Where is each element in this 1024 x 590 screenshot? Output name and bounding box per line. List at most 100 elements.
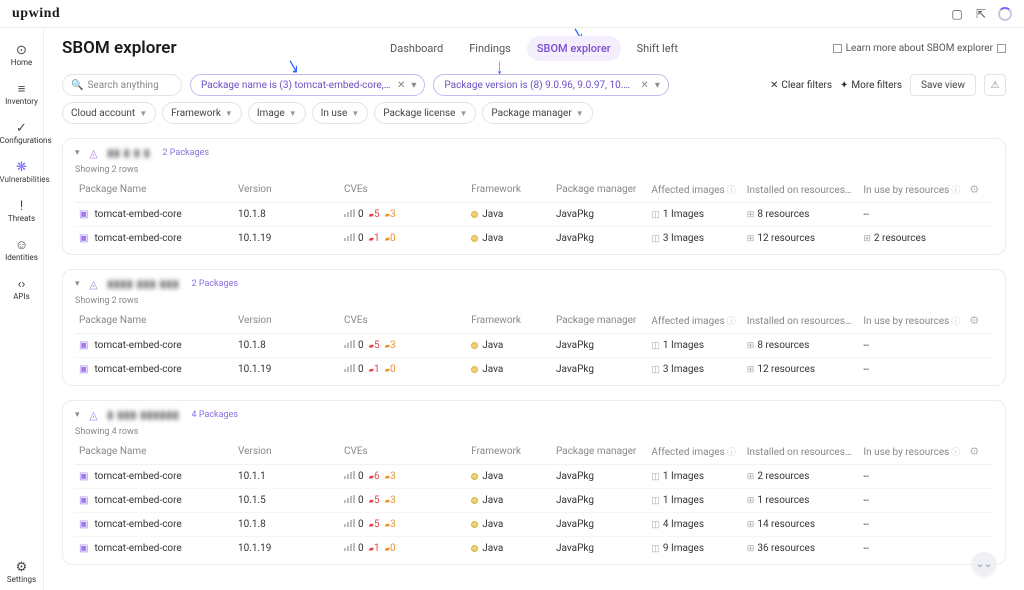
- table-row[interactable]: ▣tomcat-embed-core 10.1.19 0 1 0 Java Ja…: [75, 537, 993, 561]
- col-inuse-resources[interactable]: In use by resourcesⓘ: [859, 177, 965, 203]
- top-bar: upwind ▢ ⇱: [0, 0, 1024, 28]
- rail-item-apis[interactable]: ‹›APIs: [0, 270, 44, 307]
- inuse-resources-cell: --: [859, 537, 965, 561]
- col-affected-images[interactable]: Affected imagesⓘ: [647, 177, 742, 203]
- filter-chip-cloud-account[interactable]: Cloud account▼: [62, 102, 156, 124]
- col-cves[interactable]: CVEs: [340, 177, 467, 203]
- table-row[interactable]: ▣tomcat-embed-core 10.1.19 0 1 0 Java Ja…: [75, 358, 993, 382]
- chevron-down-icon[interactable]: ▾: [655, 80, 660, 91]
- warning-icon-button[interactable]: ⚠: [984, 74, 1006, 96]
- tab-sbom-explorer[interactable]: SBOM explorer: [527, 36, 621, 61]
- col-version[interactable]: Version: [234, 439, 340, 465]
- rail-item-threats[interactable]: !Threats: [0, 192, 44, 229]
- info-icon[interactable]: ⓘ: [951, 448, 960, 458]
- learn-more-link[interactable]: Learn more about SBOM explorer: [833, 43, 1006, 54]
- framework-cell: Java: [467, 489, 552, 513]
- save-view-button[interactable]: Save view: [910, 74, 976, 96]
- table-settings-icon[interactable]: ⚙: [969, 183, 979, 196]
- clear-filters-button[interactable]: ✕Clear filters: [770, 80, 832, 91]
- rail-item-settings[interactable]: ⚙Settings: [0, 553, 44, 590]
- table-row[interactable]: ▣tomcat-embed-core 10.1.8 0 5 3 Java Jav…: [75, 203, 993, 227]
- tab-findings[interactable]: Findings: [459, 36, 521, 61]
- info-icon[interactable]: ⓘ: [727, 448, 736, 458]
- info-icon[interactable]: ⓘ: [727, 317, 736, 327]
- images-icon: ◫: [651, 520, 660, 530]
- tab-dashboard[interactable]: Dashboard: [380, 36, 453, 61]
- col-cves[interactable]: CVEs: [340, 439, 467, 465]
- identities-icon: ☺: [0, 237, 44, 253]
- filter-chip-in-use[interactable]: In use▼: [312, 102, 369, 124]
- table-row[interactable]: ▣tomcat-embed-core 10.1.5 0 5 3 Java Jav…: [75, 489, 993, 513]
- col-inuse-resources[interactable]: In use by resourcesⓘ: [859, 308, 965, 334]
- result-groups: ▾ ◬ ▮▮ ▮ ▮ ▮ 2 Packages Showing 2 rows P…: [62, 138, 1006, 565]
- col-installed-resources[interactable]: Installed on resourcesⓘ: [743, 308, 860, 334]
- package-name: tomcat-embed-core: [94, 209, 181, 220]
- col-installed-resources[interactable]: Installed on resourcesⓘ: [743, 177, 860, 203]
- col-framework[interactable]: Framework: [467, 308, 552, 334]
- table-row[interactable]: ▣tomcat-embed-core 10.1.8 0 5 3 Java Jav…: [75, 513, 993, 537]
- col-cves[interactable]: CVEs: [340, 308, 467, 334]
- group-header[interactable]: ▾ ◬ ▮▮ ▮ ▮ ▮ 2 Packages: [75, 147, 993, 159]
- package-name: tomcat-embed-core: [94, 495, 181, 506]
- filter-chip-package-manager[interactable]: Package manager▼: [482, 102, 592, 124]
- tab-shift-left[interactable]: Shift left: [627, 36, 688, 61]
- scroll-down-button[interactable]: ⌄⌄: [972, 552, 996, 576]
- rail-item-vulnerabilities[interactable]: ❋Vulnerabilities: [0, 153, 44, 190]
- col-framework[interactable]: Framework: [467, 177, 552, 203]
- col-framework[interactable]: Framework: [467, 439, 552, 465]
- filter-pill[interactable]: Package version is (8) 9.0.96, 9.0.97, 1…: [433, 74, 668, 96]
- col-inuse-resources[interactable]: In use by resourcesⓘ: [859, 439, 965, 465]
- col-package-manager[interactable]: Package manager: [552, 308, 647, 334]
- col-affected-images[interactable]: Affected imagesⓘ: [647, 308, 742, 334]
- collapse-icon[interactable]: ▾: [75, 148, 80, 158]
- rail-item-identities[interactable]: ☺Identities: [0, 231, 44, 268]
- search-input[interactable]: 🔍 Search anything: [62, 74, 182, 96]
- filter-chip-image[interactable]: Image▼: [248, 102, 306, 124]
- table-row[interactable]: ▣tomcat-embed-core 10.1.1 0 6 3 Java Jav…: [75, 465, 993, 489]
- col-installed-resources[interactable]: Installed on resourcesⓘ: [743, 439, 860, 465]
- col-affected-images[interactable]: Affected imagesⓘ: [647, 439, 742, 465]
- col-package-name[interactable]: Package Name: [75, 308, 234, 334]
- info-icon[interactable]: ⓘ: [847, 448, 856, 458]
- layout-icon[interactable]: ▢: [950, 7, 964, 21]
- table-settings-icon[interactable]: ⚙: [969, 314, 979, 327]
- chevron-down-icon[interactable]: ▾: [411, 80, 416, 91]
- collapse-icon[interactable]: ▾: [75, 410, 80, 420]
- table-row[interactable]: ▣tomcat-embed-core 10.1.19 0 1 0 Java Ja…: [75, 227, 993, 251]
- remove-filter-icon[interactable]: ✕: [395, 80, 407, 91]
- more-filters-button[interactable]: ✦More filters: [840, 80, 902, 91]
- filter-actions-right: ✕Clear filters ✦More filters Save view ⚠: [770, 74, 1006, 96]
- packages-table: Package Name Version CVEs Framework Pack…: [75, 439, 993, 560]
- info-icon[interactable]: ⓘ: [951, 186, 960, 196]
- filter-pill[interactable]: Package name is (3) tomcat-embed-core, t…: [190, 74, 425, 96]
- affected-images-cell: ◫1 Images: [647, 203, 742, 227]
- info-icon[interactable]: ⓘ: [847, 186, 856, 196]
- remove-filter-icon[interactable]: ✕: [638, 80, 650, 91]
- group-count-badge: 2 Packages: [163, 148, 209, 158]
- col-package-name[interactable]: Package Name: [75, 177, 234, 203]
- table-header-row: Package Name Version CVEs Framework Pack…: [75, 177, 993, 203]
- col-package-manager[interactable]: Package manager: [552, 439, 647, 465]
- rail-item-inventory[interactable]: ≡Inventory: [0, 75, 44, 112]
- package-icon: ▣: [79, 233, 88, 244]
- rail-item-configurations[interactable]: ✓Configurations: [0, 114, 44, 151]
- collapse-icon[interactable]: ▾: [75, 279, 80, 289]
- col-version[interactable]: Version: [234, 177, 340, 203]
- info-icon[interactable]: ⓘ: [727, 186, 736, 196]
- affected-images-cell: ◫1 Images: [647, 489, 742, 513]
- filter-chip-package-license[interactable]: Package license▼: [374, 102, 476, 124]
- group-header[interactable]: ▾ ◬ ▮ ▮▮▮ ▮▮▮▮▮▮ 4 Packages: [75, 409, 993, 421]
- info-icon[interactable]: ⓘ: [951, 317, 960, 327]
- col-version[interactable]: Version: [234, 308, 340, 334]
- group-header[interactable]: ▾ ◬ ▮▮▮▮ ▮▮▮ ▮▮▮ 2 Packages: [75, 278, 993, 290]
- table-settings-icon[interactable]: ⚙: [969, 445, 979, 458]
- person-icon[interactable]: ⇱: [974, 7, 988, 21]
- info-icon[interactable]: ⓘ: [847, 317, 856, 327]
- rail-item-home[interactable]: ⊙Home: [0, 36, 44, 73]
- loading-spinner-icon: [998, 7, 1012, 21]
- table-row[interactable]: ▣tomcat-embed-core 10.1.8 0 5 3 Java Jav…: [75, 334, 993, 358]
- col-package-name[interactable]: Package Name: [75, 439, 234, 465]
- filter-chip-framework[interactable]: Framework▼: [162, 102, 242, 124]
- col-package-manager[interactable]: Package manager: [552, 177, 647, 203]
- java-icon: [471, 473, 478, 480]
